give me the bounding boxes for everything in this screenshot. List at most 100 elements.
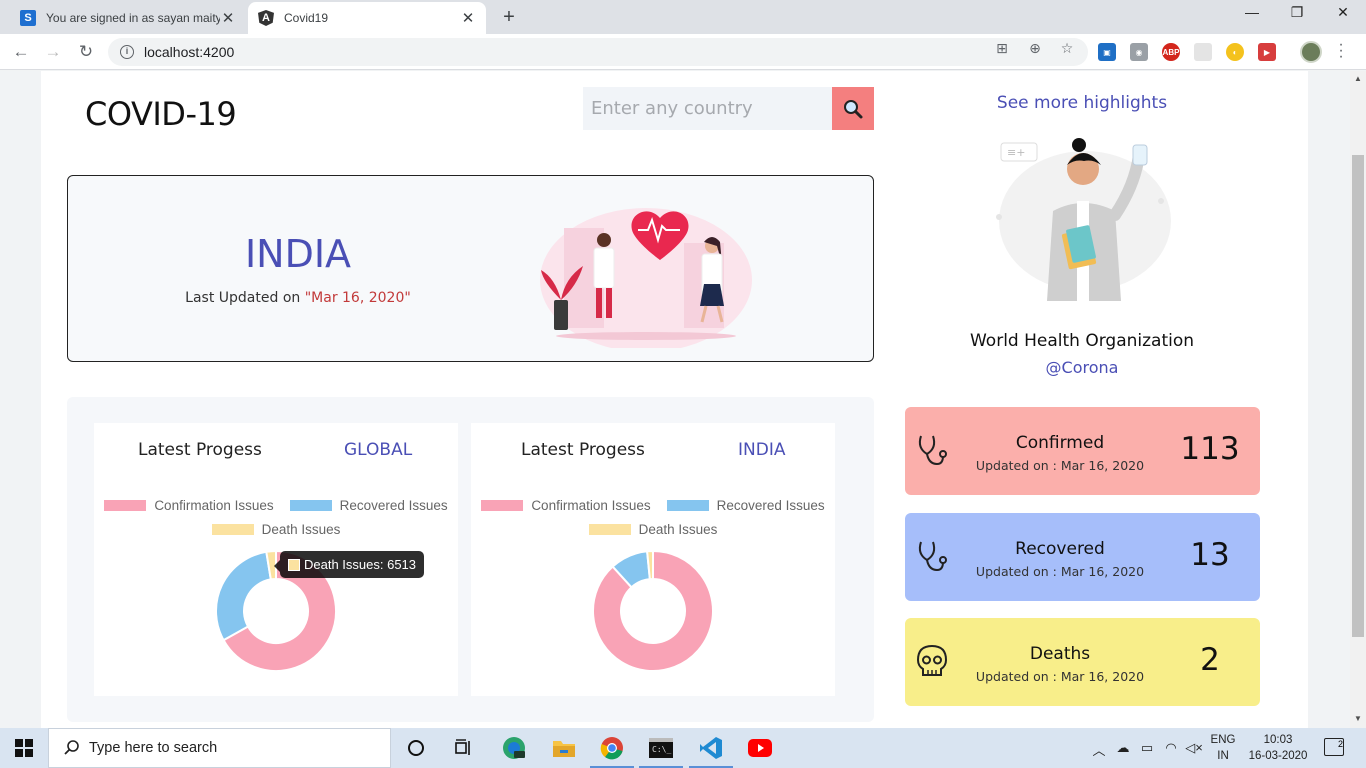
task-view-icon[interactable] (450, 734, 478, 762)
vscode-icon[interactable] (689, 734, 733, 768)
chart-legend-row-2: Death Issues (471, 522, 835, 537)
minimize-window-button[interactable]: — (1240, 4, 1264, 20)
legend-item-recovered[interactable]: Recovered Issues (289, 498, 448, 513)
deaths-updated: Updated on : Mar 16, 2020 (975, 669, 1145, 684)
search-icon (64, 740, 79, 755)
new-tab-button[interactable]: + (498, 6, 520, 29)
cortana-icon[interactable] (402, 734, 430, 762)
site-info-icon[interactable]: i (120, 45, 134, 59)
browser-toolbar: ← → ↻ i localhost:4200 ⊞ ⊕ ☆ ▣ ◉ ABP ◐ ▶… (0, 34, 1366, 70)
legend-item-death[interactable]: Death Issues (588, 522, 717, 537)
recovered-count: 13 (1190, 537, 1230, 573)
global-chart-card: Latest Progess GLOBAL Confirmation Issue… (94, 423, 458, 696)
terminal-icon[interactable]: C:\_ (639, 734, 683, 768)
extension-moon-icon[interactable]: ◐ (1226, 43, 1244, 61)
scroll-up-icon[interactable]: ▲ (1350, 74, 1366, 83)
country-search-input[interactable] (583, 87, 832, 130)
chart-tooltip: Death Issues: 6513 (273, 551, 425, 578)
windows-taskbar: Type here to search C:\_ ︿ ☁ ▭ ◠ ◁× ENG … (0, 728, 1366, 768)
legend-item-confirmation[interactable]: Confirmation Issues (104, 498, 274, 513)
confirmed-count: 113 (1180, 431, 1240, 467)
stethoscope-icon (918, 435, 947, 466)
doctors-heart-illustration (540, 208, 752, 348)
see-more-highlights-link[interactable]: See more highlights (905, 93, 1259, 113)
legend-item-recovered[interactable]: Recovered Issues (666, 498, 825, 513)
volume-muted-icon[interactable]: ◁× (1184, 740, 1204, 756)
url-text: localhost:4200 (144, 44, 235, 60)
search-button[interactable] (832, 87, 874, 130)
chart-legend-row-2: Death Issues (94, 522, 458, 537)
start-button[interactable] (0, 728, 48, 768)
file-explorer-icon[interactable] (550, 734, 578, 762)
extension-video-icon[interactable]: ▶ (1258, 43, 1276, 61)
page-viewport: COVID-19 INDIA Last Updated on "Mar 16, … (0, 71, 1350, 728)
tab-title: You are signed in as sayan maity (46, 11, 220, 25)
stethoscope-icon (918, 541, 947, 572)
browser-menu-icon[interactable]: · · · (1336, 37, 1346, 65)
browser-tab-bar: S You are signed in as sayan maity ✕ A C… (0, 0, 1366, 34)
search-icon (844, 99, 863, 118)
site-favicon-icon: S (20, 10, 36, 26)
page-scrollbar[interactable]: ▲ ▼ (1350, 71, 1366, 728)
adblock-icon[interactable]: ABP (1162, 43, 1180, 61)
close-tab-icon[interactable]: ✕ (460, 9, 476, 27)
chart-title: Latest Progess (138, 440, 262, 460)
action-center-icon[interactable]: 2 (1324, 738, 1344, 756)
translate-icon[interactable]: ⊞ (993, 40, 1011, 57)
wifi-icon[interactable]: ◠ (1161, 740, 1181, 756)
restore-window-button[interactable]: ❐ (1285, 4, 1309, 21)
onedrive-cloud-icon[interactable]: ☁ (1113, 740, 1133, 756)
profile-avatar[interactable] (1300, 41, 1322, 63)
recovered-stat-card: Recovered Updated on : Mar 16, 2020 13 (905, 513, 1260, 601)
notification-count: 2 (1337, 739, 1343, 749)
edge-dev-icon[interactable] (500, 734, 528, 762)
deaths-count: 2 (1200, 642, 1220, 678)
extension-camera-icon[interactable]: ◉ (1130, 43, 1148, 61)
taskbar-search-box[interactable]: Type here to search (48, 728, 391, 768)
back-icon[interactable]: ← (10, 41, 32, 63)
india-chart-card: Latest Progess INDIA Confirmation Issues… (471, 423, 835, 696)
skull-icon (916, 644, 948, 676)
extension-grid-icon[interactable] (1194, 43, 1212, 61)
hero-country-name: INDIA (244, 232, 352, 276)
close-window-button[interactable]: ✕ (1331, 4, 1355, 21)
battery-icon[interactable]: ▭ (1137, 740, 1157, 756)
chart-scope-global: GLOBAL (344, 440, 413, 460)
reload-icon[interactable]: ↻ (75, 41, 97, 63)
chrome-icon[interactable] (590, 734, 634, 768)
forward-icon[interactable]: → (42, 41, 64, 63)
chart-title: Latest Progess (521, 440, 645, 460)
browser-tab-signed-in[interactable]: S You are signed in as sayan maity ✕ (10, 2, 246, 34)
dashboard-page: COVID-19 INDIA Last Updated on "Mar 16, … (41, 71, 1308, 728)
recovered-label: Recovered (1015, 539, 1105, 559)
browser-tab-covid19[interactable]: A Covid19 ✕ (248, 2, 486, 34)
scrollbar-thumb[interactable] (1352, 155, 1364, 637)
donut-slice-recovered[interactable] (215, 550, 272, 642)
recovered-updated: Updated on : Mar 16, 2020 (975, 564, 1145, 579)
charts-panel: Latest Progess GLOBAL Confirmation Issue… (67, 397, 874, 722)
legend-item-death[interactable]: Death Issues (211, 522, 340, 537)
bookmark-star-icon[interactable]: ☆ (1058, 40, 1076, 57)
svg-text:C:\_: C:\_ (652, 745, 671, 754)
hero-updated-date: "Mar 16, 2020" (304, 290, 411, 306)
organization-handle[interactable]: @Corona (905, 358, 1259, 377)
deaths-stat-card: Deaths Updated on : Mar 16, 2020 2 (905, 618, 1260, 706)
confirmed-updated: Updated on : Mar 16, 2020 (975, 458, 1145, 473)
confirmed-stat-card: Confirmed Updated on : Mar 16, 2020 113 (905, 407, 1260, 495)
app-logo[interactable]: COVID-19 (85, 95, 237, 133)
show-hidden-icons-icon[interactable]: ︿ (1089, 740, 1109, 759)
legend-item-confirmation[interactable]: Confirmation Issues (481, 498, 651, 513)
windows-logo-icon (15, 739, 33, 757)
zoom-icon[interactable]: ⊕ (1026, 40, 1044, 57)
india-donut-chart[interactable] (583, 541, 723, 681)
taskbar-clock[interactable]: 10:03 16-03-2020 (1248, 732, 1308, 764)
extension-cast-icon[interactable]: ▣ (1098, 43, 1116, 61)
youtube-icon[interactable] (746, 734, 774, 762)
country-hero-card: INDIA Last Updated on "Mar 16, 2020" (67, 175, 874, 362)
scroll-down-icon[interactable]: ▼ (1350, 714, 1366, 723)
address-bar[interactable]: i localhost:4200 (108, 38, 1088, 66)
language-indicator[interactable]: ENG IN (1208, 732, 1238, 764)
clock-date: 16-03-2020 (1248, 750, 1308, 762)
close-tab-icon[interactable]: ✕ (220, 9, 236, 27)
chart-legend: Confirmation Issues Recovered Issues (471, 498, 835, 513)
